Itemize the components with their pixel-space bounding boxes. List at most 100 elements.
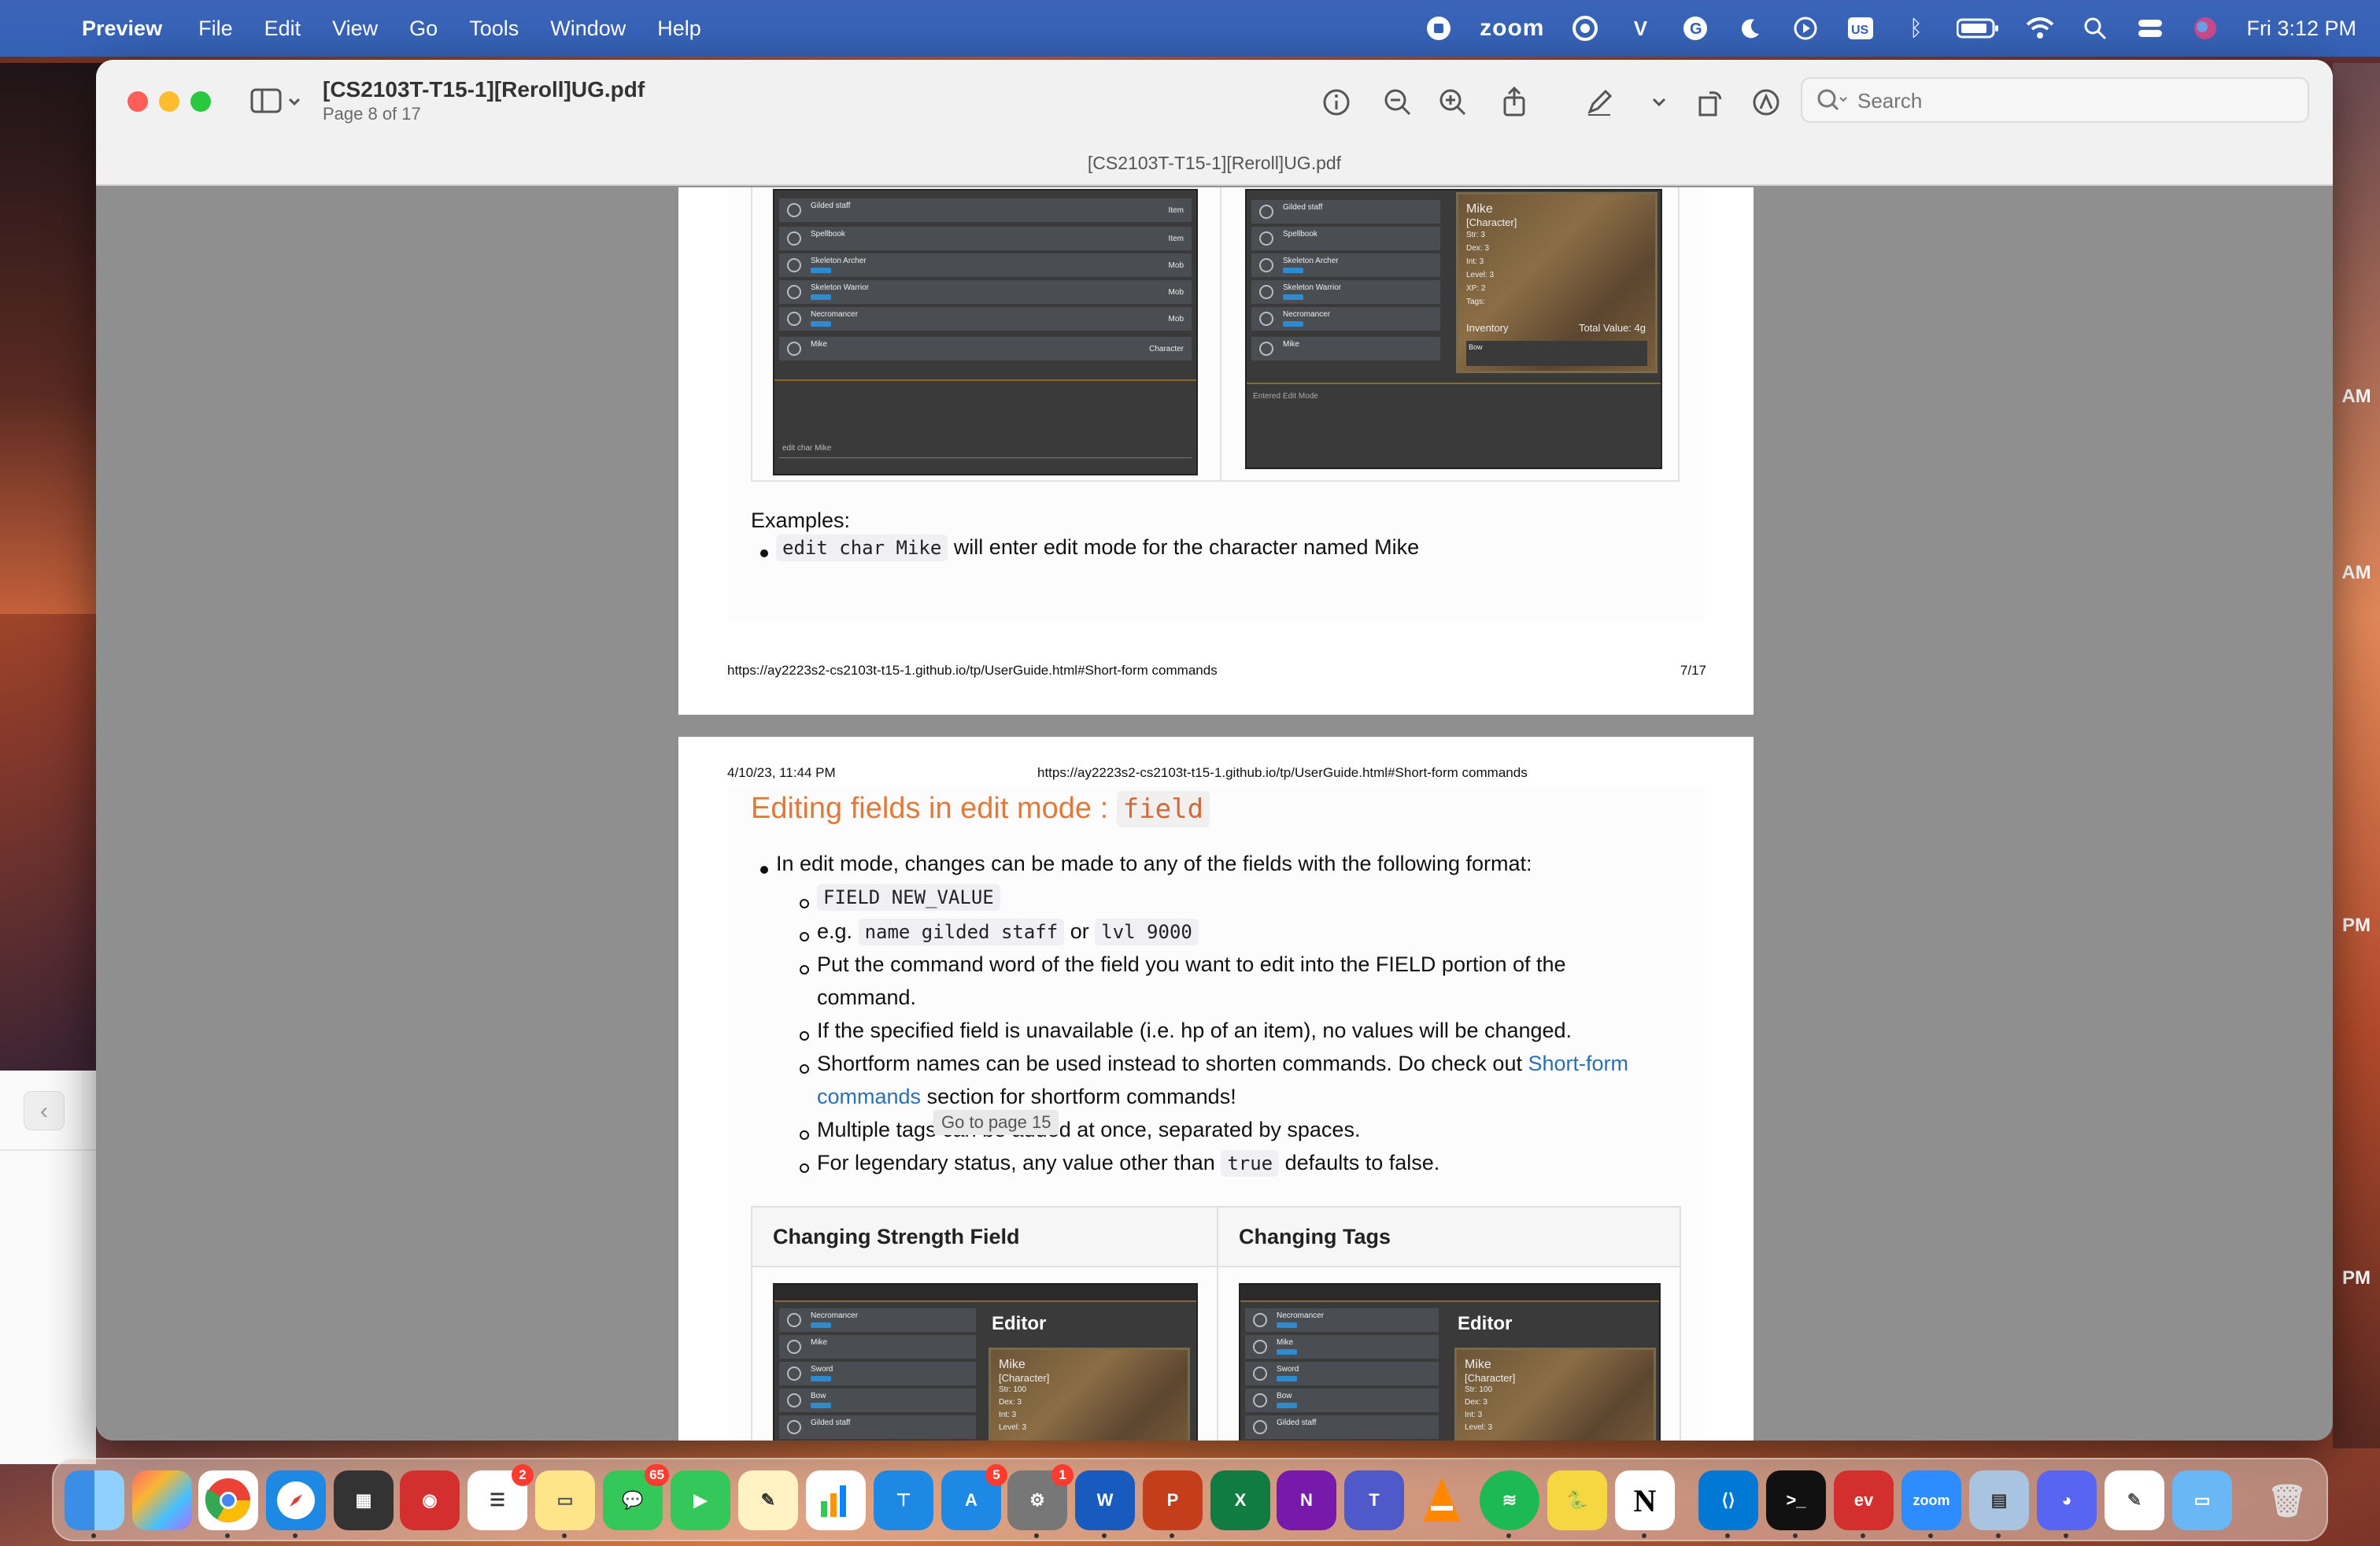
spotify-icon[interactable]: ≋ [1480, 1470, 1539, 1538]
vpn-icon[interactable]: V [1626, 14, 1654, 43]
chrome-icon[interactable] [198, 1470, 258, 1538]
numbers-icon[interactable] [806, 1470, 866, 1530]
onenote-icon[interactable]: N [1277, 1470, 1336, 1530]
wifi-icon[interactable] [2026, 14, 2054, 43]
play-icon[interactable] [1791, 14, 1820, 43]
loop-icon[interactable] [1571, 14, 1599, 43]
facetime-icon[interactable]: ▶ [671, 1470, 730, 1530]
launchpad-icon[interactable] [132, 1470, 192, 1530]
zoom-in-icon[interactable] [1434, 83, 1472, 121]
search-field[interactable] [1801, 77, 2309, 123]
pdf-page-8: 4/10/23, 11:44 PM https://ay2223s2-cs210… [678, 737, 1754, 1441]
vlc-icon[interactable] [1412, 1470, 1472, 1530]
shortform-line2: commands section for shortform commands! [817, 1085, 1236, 1108]
preview-icon[interactable]: ▤ [1969, 1470, 2029, 1538]
search-icon [1816, 88, 1848, 119]
keynote-icon[interactable]: ⊤ [874, 1470, 933, 1530]
zoom-status-label[interactable]: zoom [1480, 15, 1544, 42]
notion-icon[interactable]: N [1615, 1470, 1675, 1538]
list-item: Bow [779, 1389, 976, 1414]
menubar-clock[interactable]: Fri 3:12 PM [2246, 17, 2356, 41]
vscode-icon[interactable]: ⟨⟩ [1698, 1470, 1758, 1538]
app-titlebar [774, 1285, 1196, 1302]
menu-edit[interactable]: Edit [264, 17, 301, 41]
app-store-icon[interactable]: A5 [941, 1464, 1007, 1530]
share-icon[interactable] [1495, 83, 1533, 121]
safari-icon[interactable] [266, 1470, 326, 1538]
search-input[interactable] [1857, 85, 2298, 117]
menu-view[interactable]: View [332, 17, 378, 41]
markup-chevron-down-icon[interactable] [1640, 83, 1678, 121]
tags-line: Multiple tags can be added at once, sepa… [817, 1118, 1361, 1141]
command-input-preview: edit char Mike [779, 441, 1192, 458]
list-item: Necromancer [1245, 1308, 1439, 1333]
markup-pen-icon[interactable] [1580, 83, 1618, 121]
put-command-line2: command. [817, 986, 917, 1009]
zoom-out-icon[interactable] [1379, 83, 1417, 121]
menu-go[interactable]: Go [409, 17, 438, 41]
freeform-icon[interactable]: ✎ [738, 1470, 798, 1530]
page-footer-url: https://ay2223s2-cs2103t-t15-1.github.io… [727, 663, 1218, 678]
pdf-viewport[interactable]: Gilded staff Item Spellbook Item Skeleton … [96, 187, 2333, 1441]
grammarly-icon[interactable]: G [1681, 14, 1709, 43]
side-time-2: AM [2341, 562, 2371, 583]
teams-icon[interactable]: T [1344, 1470, 1404, 1530]
editor-title: Editor [1458, 1313, 1513, 1334]
rotate-icon[interactable] [1692, 83, 1730, 121]
finder-icon[interactable] [65, 1470, 124, 1538]
reminders-icon[interactable]: ☰ 2 [468, 1464, 534, 1530]
battery-icon[interactable] [1957, 14, 1999, 43]
menu-file[interactable]: File [198, 17, 233, 41]
spotlight-search-icon[interactable] [2081, 14, 2109, 43]
photo-booth-icon[interactable]: ◉ [400, 1470, 460, 1530]
shortform-link[interactable]: Short-form [1528, 1052, 1629, 1075]
divider [1217, 1208, 1218, 1441]
record-icon[interactable] [1425, 14, 1453, 43]
calculator-icon[interactable]: ▦ [334, 1470, 394, 1530]
sub-bullet [800, 1064, 809, 1074]
card-stat: XP: 2 [1466, 284, 1486, 293]
bluetooth-icon[interactable]: ᛒ [1901, 14, 1930, 43]
terminal-icon[interactable]: >_ [1766, 1470, 1826, 1538]
moon-icon[interactable] [1736, 14, 1765, 43]
annotate-icon[interactable] [1747, 83, 1785, 121]
document-subtitle: [CS2103T-T15-1][Reroll]UG.pdf [1087, 153, 1342, 173]
messages-icon[interactable]: 💬 65 [603, 1464, 669, 1530]
zoom-button[interactable] [190, 91, 211, 112]
list-item: Gilded staff [1245, 1415, 1439, 1441]
excel-icon[interactable]: X [1210, 1470, 1270, 1530]
preview-window: [CS2103T-T15-1][Reroll]UG.pdf Page 8 of … [96, 60, 2333, 1441]
word-icon[interactable]: W [1075, 1470, 1135, 1538]
minimize-button[interactable] [159, 91, 179, 112]
menu-help[interactable]: Help [657, 17, 701, 41]
trash-icon[interactable]: 🗑 [2257, 1470, 2317, 1530]
info-icon[interactable] [1318, 83, 1355, 121]
back-nav-icon[interactable]: ‹ [24, 1091, 65, 1130]
keyboard-us-icon[interactable]: US [1846, 14, 1875, 43]
document-title: [CS2103T-T15-1][Reroll]UG.pdf [323, 77, 645, 102]
menu-tools[interactable]: Tools [469, 17, 519, 41]
python-launcher-icon[interactable]: 🐍 [1547, 1470, 1607, 1530]
system-settings-icon[interactable]: ⚙ 1 [1007, 1464, 1074, 1538]
shortform-link-cont[interactable]: commands [817, 1085, 921, 1108]
editor-title: Editor [992, 1313, 1047, 1334]
folder-icon[interactable]: ▭ [2172, 1470, 2232, 1530]
siri-icon[interactable] [2191, 14, 2219, 43]
app-titlebar [1240, 1285, 1659, 1302]
menu-window[interactable]: Window [550, 17, 626, 41]
list-item: Skeleton Archer Mob [779, 253, 1192, 279]
example-fields-line: e.g. name gilded staff or lvl 9000 [817, 919, 1199, 945]
powerpoint-icon[interactable]: P [1143, 1470, 1203, 1538]
menu-app-name[interactable]: Preview [82, 17, 162, 41]
list-item: Necromancer [779, 1308, 976, 1333]
menu-bar: Preview File Edit View Go Tools Window H… [0, 0, 2380, 57]
control-center-icon[interactable] [2136, 14, 2164, 43]
sidebar-toggle-icon[interactable] [250, 85, 305, 120]
expressvpn-icon[interactable]: ev [1834, 1470, 1894, 1538]
textedit-icon[interactable]: ✎ [2105, 1470, 2164, 1530]
example-line: edit char Mike will enter edit mode for … [776, 534, 1419, 561]
discord-icon[interactable]: ◕ [2037, 1470, 2097, 1538]
notes-icon[interactable]: ▭ [535, 1470, 595, 1538]
zoom-app-icon[interactable]: zoom [1901, 1470, 1961, 1538]
close-button[interactable] [128, 91, 148, 112]
